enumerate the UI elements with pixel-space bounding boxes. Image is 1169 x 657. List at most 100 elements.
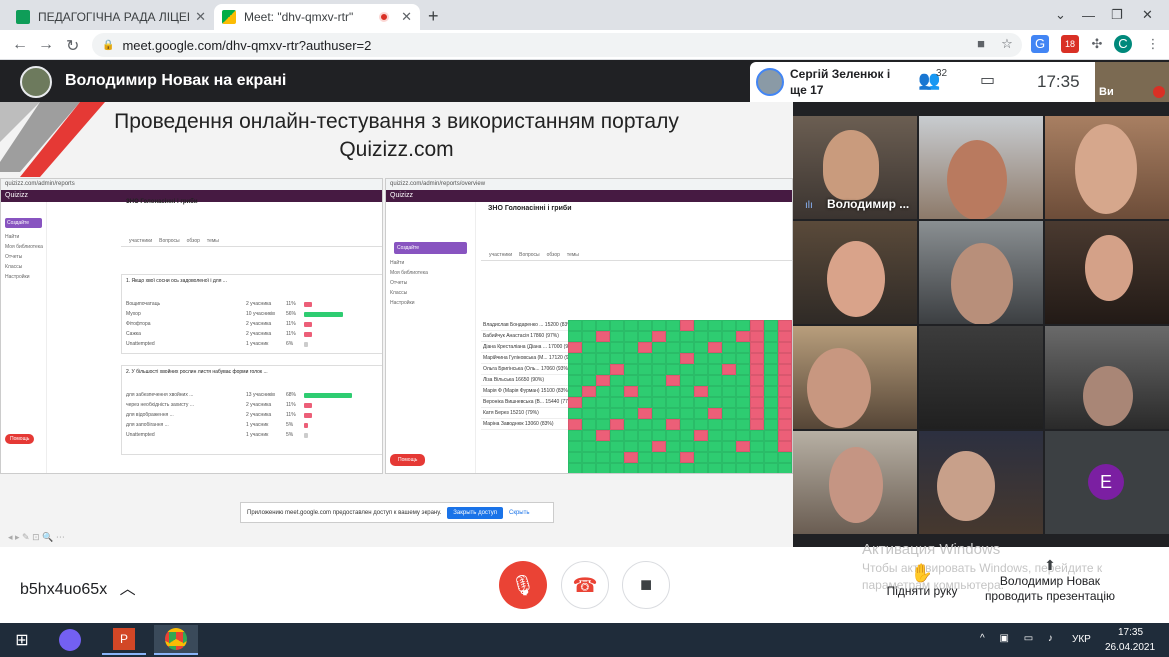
tab-meet[interactable]: Meet: "dhv-qmxv-rtr" ✕ xyxy=(214,4,420,30)
keyboard-language[interactable]: УКР xyxy=(1072,634,1091,645)
question-1-text: 1. Якщо хвої сосни ось задоволеної і для… xyxy=(126,278,227,284)
participant-tile[interactable] xyxy=(1045,221,1169,324)
bookmark-star-icon[interactable]: ☆ xyxy=(998,35,1016,53)
participant-tile[interactable] xyxy=(919,221,1043,324)
back-icon[interactable]: ← xyxy=(12,36,28,54)
person-silhouette xyxy=(947,140,1007,219)
url-input[interactable]: 🔒 meet.google.com/dhv-qmxv-rtr?authuser=… xyxy=(92,33,1022,57)
participant-tile[interactable] xyxy=(793,221,917,324)
participant-tile[interactable] xyxy=(919,116,1043,219)
new-tab-button[interactable]: + xyxy=(428,6,439,27)
answer-cell xyxy=(666,353,680,364)
answer-cell xyxy=(610,452,624,463)
reload-icon[interactable]: ↻ xyxy=(66,36,79,56)
student-row: Маріна Заводнюк 13060 (83%) xyxy=(481,419,568,430)
answer-cell xyxy=(764,331,778,342)
answer-cell xyxy=(694,353,708,364)
answer-cell xyxy=(764,430,778,441)
participant-tile[interactable] xyxy=(919,431,1043,534)
answer-cell xyxy=(624,441,638,452)
participant-tile[interactable] xyxy=(919,326,1043,429)
answer-cell xyxy=(694,331,708,342)
chevron-up-icon[interactable]: ︿ xyxy=(120,581,136,598)
profile-avatar[interactable]: С xyxy=(1114,35,1132,53)
answer-pct: 5% xyxy=(286,432,294,438)
answer-cell xyxy=(680,452,694,463)
answer-cell xyxy=(652,320,666,331)
leave-call-button[interactable]: ☎ xyxy=(561,561,609,609)
person-silhouette xyxy=(1075,124,1137,214)
hide-notice-link[interactable]: Скрыть xyxy=(509,510,529,516)
close-window-button[interactable]: ✕ xyxy=(1142,0,1153,30)
answer-cell xyxy=(750,463,764,473)
clock-date[interactable]: 26.04.2021 xyxy=(1105,642,1155,653)
tab-slides[interactable]: ПЕДАГОГІЧНА РАДА ЛІЦЕЮ-ІНТ ✕ xyxy=(8,4,214,30)
student-row: Діана Кресталіана (Діана ... 17000 (93%) xyxy=(481,342,568,353)
answer-pct: 11% xyxy=(286,331,296,337)
tray-icons: ^ ▣ ▭ ♪ xyxy=(980,633,1059,644)
presenting-button[interactable]: ⬆ Володимир Новак проводить презентацію xyxy=(978,557,1122,604)
answer-cell xyxy=(652,331,666,342)
extension-badge-icon[interactable]: 18 xyxy=(1061,35,1079,53)
meeting-time: 17:35 xyxy=(1037,72,1080,91)
answer-bar xyxy=(304,321,312,327)
minimize-button[interactable]: — xyxy=(1082,0,1095,30)
answer-cell xyxy=(736,419,750,430)
answer-cell xyxy=(624,364,638,375)
powerpoint-icon[interactable]: P xyxy=(102,625,146,655)
answer-count: 2 учасника xyxy=(246,412,272,418)
answer-pct: 11% xyxy=(286,402,296,408)
participant-tile[interactable]: Е xyxy=(1045,431,1169,534)
participant-tile[interactable] xyxy=(1045,326,1169,429)
participant-tile[interactable] xyxy=(1045,116,1169,219)
answer-bar xyxy=(304,402,312,408)
chat-icon[interactable]: ▭ xyxy=(980,70,995,90)
answer-bar xyxy=(304,311,344,317)
self-label: Ви xyxy=(1099,86,1114,98)
meeting-code[interactable]: b5hx4uo65x ︿ xyxy=(20,575,136,599)
camera-icon[interactable]: ■ xyxy=(972,35,990,53)
answer-cell xyxy=(750,342,764,353)
camera-toggle-button[interactable]: ■ xyxy=(622,561,670,609)
participant-tile[interactable] xyxy=(793,326,917,429)
answer-count: 13 учасників xyxy=(246,392,275,398)
answer-cell xyxy=(666,364,680,375)
clock-time[interactable]: 17:35 xyxy=(1118,627,1143,638)
forward-icon[interactable]: → xyxy=(38,36,54,54)
extensions-puzzle-icon[interactable]: ✣ xyxy=(1088,35,1106,53)
screen-share-notice: Приложению meet.google.com предоставлен … xyxy=(240,502,554,523)
person-silhouette xyxy=(937,451,995,521)
participant-tile[interactable]: ılı Володимир ... xyxy=(793,116,917,219)
answer-count: 2 учасника xyxy=(246,331,272,337)
answer-cell xyxy=(638,408,652,419)
close-tab-icon[interactable]: ✕ xyxy=(401,9,412,25)
slide-title: Проведення онлайн-тестування з використа… xyxy=(0,108,793,164)
raise-hand-button[interactable]: ✋ Підняти руку xyxy=(880,563,964,598)
chrome-icon[interactable] xyxy=(154,625,198,655)
participant-letter-avatar: Е xyxy=(1088,464,1124,500)
answer-cell xyxy=(694,452,708,463)
answer-cell xyxy=(708,331,722,342)
answer-cell xyxy=(708,452,722,463)
viber-icon[interactable] xyxy=(48,625,92,655)
answer-cell xyxy=(568,353,582,364)
answer-cell xyxy=(596,408,610,419)
mic-toggle-button[interactable]: 🎙 xyxy=(499,561,547,609)
close-tab-icon[interactable]: ✕ xyxy=(195,9,206,25)
answer-pct: 5% xyxy=(286,422,294,428)
answer-cell xyxy=(582,452,596,463)
participant-tile[interactable] xyxy=(793,431,917,534)
answer-cell xyxy=(764,452,778,463)
answer-row: через необхідність захисту ... 2 учасника… xyxy=(122,400,382,410)
answer-cell xyxy=(596,430,610,441)
menu-kebab-icon[interactable]: ⋮ xyxy=(1144,35,1162,53)
tab-search-icon[interactable]: ⌄ xyxy=(1055,0,1066,30)
stop-sharing-button[interactable]: Закрыть доступ xyxy=(447,506,503,519)
restore-button[interactable]: ❐ xyxy=(1111,0,1123,30)
answer-cell xyxy=(750,364,764,375)
answer-cell xyxy=(582,430,596,441)
answer-cell xyxy=(778,463,792,473)
answer-cell xyxy=(750,386,764,397)
windows-start-icon[interactable]: ⊞ xyxy=(0,625,44,655)
translate-icon[interactable]: G xyxy=(1031,35,1049,53)
